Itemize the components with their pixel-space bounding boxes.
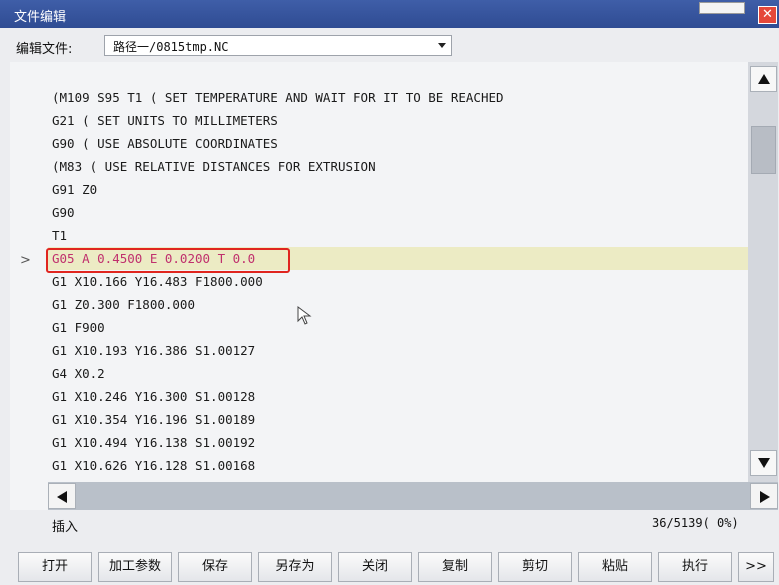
save-button[interactable]: 保存 <box>178 552 252 582</box>
scroll-left-button[interactable] <box>48 483 76 509</box>
paste-button[interactable]: 粘贴 <box>578 552 652 582</box>
window-title: 文件编辑 <box>14 10 67 25</box>
code-editor[interactable]: > (M109 S95 T1 ( SET TEMPERATURE AND WAI… <box>10 62 778 510</box>
scroll-right-button[interactable] <box>750 483 778 509</box>
file-bar: 编辑文件: 路径一/0815tmp.NC <box>0 30 779 60</box>
code-line[interactable]: G1 X10.193 Y16.386 S1.00127 <box>48 339 748 362</box>
file-label: 编辑文件: <box>16 42 73 57</box>
code-line[interactable]: G4 X0.2 <box>48 362 748 385</box>
arrow-left-icon <box>57 491 67 503</box>
close-button[interactable]: ✕ <box>758 6 777 24</box>
code-line[interactable]: G1 X10.626 Y16.128 S1.00168 <box>48 454 748 477</box>
edit-mode: 插入 <box>52 520 79 535</box>
code-line[interactable]: G1 X10.354 Y16.196 S1.00189 <box>48 408 748 431</box>
status-bar: 插入 36/5139( 0%) <box>0 512 779 536</box>
current-line-marker: > <box>20 253 31 268</box>
code-line[interactable]: (M83 ( USE RELATIVE DISTANCES FOR EXTRUS… <box>48 155 748 178</box>
code-line[interactable]: T1 <box>48 224 748 247</box>
mouse-pointer-icon <box>297 306 312 325</box>
save-as-button[interactable]: 另存为 <box>258 552 332 582</box>
code-line[interactable]: G91 Z0 <box>48 178 748 201</box>
file-select-dropdown[interactable]: 路径一/0815tmp.NC <box>104 35 452 56</box>
code-line[interactable]: G1 F900 <box>48 316 748 339</box>
code-line[interactable]: G1 X10.246 Y16.300 S1.00128 <box>48 385 748 408</box>
more-button[interactable]: >> <box>738 552 774 582</box>
close-file-button[interactable]: 关闭 <box>338 552 412 582</box>
selected-file: 路径一/0815tmp.NC <box>113 40 229 54</box>
scroll-up-button[interactable] <box>750 66 777 92</box>
copy-button[interactable]: 复制 <box>418 552 492 582</box>
line-position: 36/5139( 0%) <box>652 516 739 530</box>
title-bar: 文件编辑 ✕ <box>0 0 779 28</box>
code-line[interactable]: (M109 S95 T1 ( SET TEMPERATURE AND WAIT … <box>48 86 748 109</box>
title-bar-control[interactable] <box>699 2 745 14</box>
horizontal-scrollbar[interactable] <box>48 482 778 510</box>
arrow-up-icon <box>758 74 770 84</box>
bottom-toolbar: 打开 加工参数 保存 另存为 关闭 复制 剪切 粘贴 执行 >> <box>0 547 779 585</box>
code-line[interactable]: G1 X10.494 Y16.138 S1.00192 <box>48 431 748 454</box>
open-button[interactable]: 打开 <box>18 552 92 582</box>
highlight-annotation <box>46 248 290 273</box>
line-gutter: > <box>10 62 48 482</box>
cut-button[interactable]: 剪切 <box>498 552 572 582</box>
code-line[interactable]: G21 ( SET UNITS TO MILLIMETERS <box>48 109 748 132</box>
vertical-scrollbar[interactable] <box>748 62 778 482</box>
chevron-down-icon <box>438 43 446 48</box>
execute-button[interactable]: 执行 <box>658 552 732 582</box>
arrow-right-icon <box>760 491 770 503</box>
file-edit-window: 文件编辑 ✕ 编辑文件: 路径一/0815tmp.NC > (M109 S95 … <box>0 0 779 585</box>
params-button[interactable]: 加工参数 <box>98 552 172 582</box>
code-line[interactable]: G90 <box>48 201 748 224</box>
arrow-down-icon <box>758 458 770 468</box>
vertical-scroll-thumb[interactable] <box>751 126 776 174</box>
scroll-down-button[interactable] <box>750 450 777 476</box>
code-line[interactable]: G1 X10.166 Y16.483 F1800.000 <box>48 270 748 293</box>
code-line[interactable]: G1 Z0.300 F1800.000 <box>48 293 748 316</box>
code-line[interactable]: G90 ( USE ABSOLUTE COORDINATES <box>48 132 748 155</box>
close-icon: ✕ <box>762 7 773 22</box>
